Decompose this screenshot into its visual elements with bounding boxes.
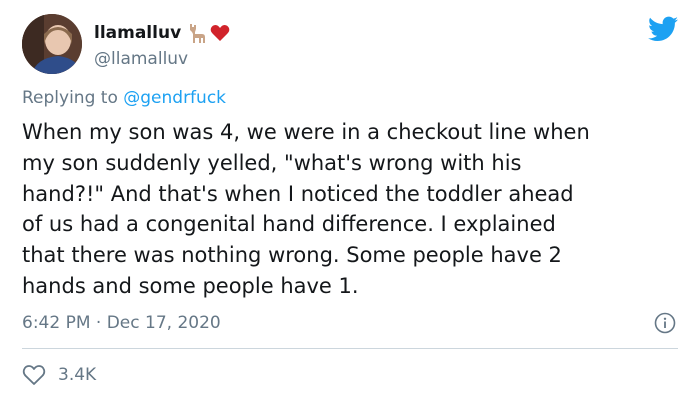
user-names: llamalluv @llamalluv	[94, 20, 230, 69]
heart-outline-icon	[22, 364, 46, 386]
avatar[interactable]	[22, 14, 82, 74]
reply-mention-link[interactable]: @gendrfuck	[123, 88, 226, 108]
twitter-bird-icon[interactable]	[648, 16, 678, 42]
red-heart-icon	[210, 24, 230, 42]
divider	[22, 348, 678, 349]
tweet-card: llamalluv @llamalluv Replying to @gendrf…	[0, 0, 700, 402]
replying-to: Replying to @gendrfuck	[22, 88, 226, 108]
tweet-text: When my son was 4, we were in a checkout…	[22, 120, 590, 298]
info-icon[interactable]	[654, 312, 676, 334]
user-handle[interactable]: @llamalluv	[94, 49, 230, 69]
llama-icon	[187, 22, 207, 44]
like-count: 3.4K	[58, 365, 97, 385]
display-name[interactable]: llamalluv	[94, 23, 181, 43]
replying-to-label: Replying to	[22, 88, 124, 108]
display-name-row: llamalluv	[94, 20, 230, 46]
tweet-header: llamalluv @llamalluv	[22, 14, 230, 74]
tweet-timestamp[interactable]: 6:42 PM · Dec 17, 2020	[22, 313, 221, 333]
like-button[interactable]: 3.4K	[22, 364, 96, 386]
